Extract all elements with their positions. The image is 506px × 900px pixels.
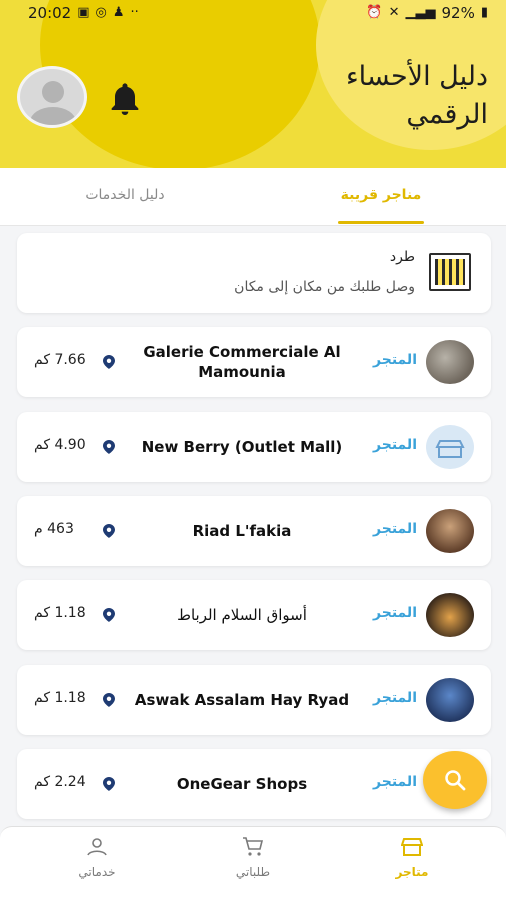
store-thumbnail (426, 593, 474, 637)
store-name: Riad L'fakia (192, 522, 292, 540)
search-button[interactable] (423, 751, 487, 809)
store-label: المتجر (373, 690, 417, 706)
signal-icon: ▁▃▅ (405, 5, 436, 20)
location-pin-icon (103, 693, 115, 707)
store-label: المتجر (373, 437, 417, 453)
store-name: OneGear Shops (176, 775, 308, 793)
location-pin-icon (103, 440, 115, 454)
store-name: New Berry (Outlet Mall) (141, 438, 343, 456)
notification-icon: ♟ (112, 5, 125, 20)
store-distance: 1.18 كم (34, 690, 86, 706)
search-icon (445, 770, 466, 791)
bell-icon[interactable] (105, 80, 145, 120)
store-card[interactable]: المتجر OneGear Shops 2.24 كم (17, 749, 491, 819)
delivery-subtitle: وصل طلبك من مكان إلى مكان (234, 279, 415, 295)
bottom-navigation: متاجر طلباتي خدماتي (0, 826, 506, 900)
app-header: 20:02 ▣ ◎ ♟ ·· ⏰ ✕ ▁▃▅ 92% ▮ دليل الأحسا… (0, 0, 506, 168)
whatsapp-icon: ◎ (95, 5, 107, 20)
store-name: Aswak Assalam Hay Ryad (134, 691, 350, 709)
nav-stores[interactable]: متاجر (362, 837, 462, 893)
status-bar: 20:02 ▣ ◎ ♟ ·· ⏰ ✕ ▁▃▅ 92% ▮ (0, 0, 506, 28)
more-icon: ·· (130, 5, 139, 20)
location-pin-icon (103, 524, 115, 538)
services-icon (87, 838, 107, 856)
location-pin-icon (103, 777, 115, 791)
location-pin-icon (103, 355, 115, 369)
store-distance: 2.24 كم (34, 774, 86, 790)
store-thumbnail (426, 509, 474, 553)
delivery-title: طرد (389, 249, 415, 265)
store-label: المتجر (373, 521, 417, 537)
store-name: أسواق السلام الرباط (177, 606, 307, 624)
app-title: دليل الأحساء الرقمي (345, 61, 488, 130)
store-distance: 4.90 كم (34, 437, 86, 453)
store-thumbnail (426, 678, 474, 722)
store-card[interactable]: المتجر أسواق السلام الرباط 1.18 كم (17, 580, 491, 650)
tab-bar: مناجر قريبة دليل الخدمات (0, 168, 506, 226)
store-distance: 1.18 كم (34, 605, 86, 621)
mute-icon: ✕ (388, 5, 400, 20)
store-label: المتجر (373, 774, 417, 790)
store-icon (400, 838, 424, 856)
location-pin-icon (103, 608, 115, 622)
store-icon (426, 425, 474, 469)
nav-orders[interactable]: طلباتي (203, 837, 303, 893)
tab-nearby-stores[interactable]: مناجر قريبة (316, 168, 446, 226)
store-card[interactable]: المتجر Aswak Assalam Hay Ryad 1.18 كم (17, 665, 491, 735)
nav-services-label: خدماتي (78, 865, 116, 879)
store-name: Galerie Commerciale Al Mamounia (143, 343, 341, 381)
store-card[interactable]: المتجر Riad L'fakia 463 م (17, 496, 491, 566)
battery-percent: 92% (441, 4, 475, 22)
cart-icon (243, 837, 264, 856)
store-distance: 463 م (34, 521, 74, 537)
delivery-card[interactable]: طرد وصل طلبك من مكان إلى مكان (17, 233, 491, 313)
battery-icon: ▮ (480, 5, 488, 20)
store-card[interactable]: المتجر Galerie Commerciale Al Mamounia 7… (17, 327, 491, 397)
store-thumbnail (426, 340, 474, 384)
status-time: 20:02 (28, 4, 72, 22)
tab-services-guide[interactable]: دليل الخدمات (60, 168, 190, 226)
avatar[interactable] (17, 66, 87, 128)
store-label: المتجر (373, 605, 417, 621)
nav-orders-label: طلباتي (235, 865, 271, 879)
store-card[interactable]: المتجر New Berry (Outlet Mall) 4.90 كم (17, 412, 491, 482)
nav-stores-label: متاجر (395, 865, 429, 879)
nav-services[interactable]: خدماتي (47, 837, 147, 893)
store-list[interactable]: طرد وصل طلبك من مكان إلى مكان المتجر Gal… (0, 226, 506, 826)
alarm-icon: ⏰ (366, 5, 383, 20)
delivery-logo (429, 253, 471, 291)
store-label: المتجر (373, 352, 417, 368)
store-distance: 7.66 كم (34, 352, 86, 368)
image-icon: ▣ (77, 5, 90, 20)
